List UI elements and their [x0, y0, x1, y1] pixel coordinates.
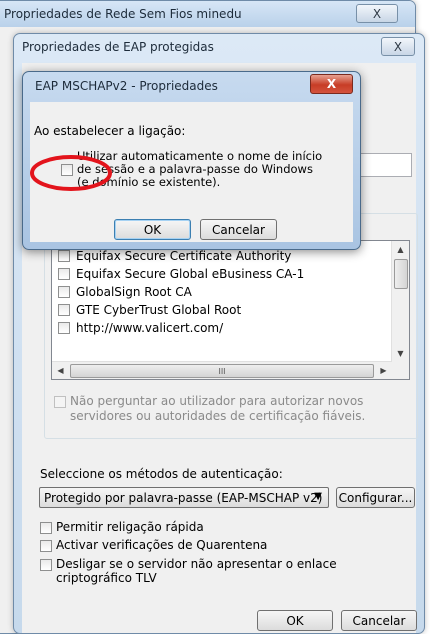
auth-method-label: Seleccione os métodos de autenticação: [40, 467, 283, 481]
mschap-ok-button[interactable]: OK [114, 219, 191, 240]
fast-reconnect-checkbox[interactable] [40, 522, 52, 534]
fast-reconnect-label: Permitir religação rápida [56, 520, 204, 534]
horizontal-scrollbar[interactable]: ◀ III ▶ [52, 361, 392, 379]
eap-cancel-button[interactable]: Cancelar [341, 610, 417, 631]
eap-ok-button[interactable]: OK [257, 610, 333, 631]
wireless-properties-titlebar: Propriedades de Rede Sem Fios minedu [0, 1, 415, 27]
certificate-checkbox[interactable] [58, 268, 70, 280]
auth-method-value: Protegido por palavra-passe (EAP-MSCHAP … [44, 490, 323, 505]
certificate-label: Equifax Secure Certificate Authority [76, 249, 292, 263]
list-item[interactable]: GlobalSign Root CA [58, 283, 192, 301]
certificate-checkbox[interactable] [58, 250, 70, 262]
scroll-right-arrow-icon[interactable]: ▶ [375, 362, 392, 379]
certificate-checkbox[interactable] [58, 304, 70, 316]
highlight-ellipse [30, 155, 112, 191]
eap-properties-close-button[interactable]: X [381, 37, 415, 56]
scroll-left-arrow-icon[interactable]: ◀ [52, 362, 69, 379]
quarantine-checkbox[interactable] [40, 540, 52, 552]
no-prompt-label: Não perguntar ao utilizador para autoriz… [70, 394, 366, 423]
mschap-title: EAP MSCHAPv2 - Propriedades [35, 79, 218, 93]
list-item[interactable]: GTE CyberTrust Global Root [58, 301, 241, 319]
eap-properties-titlebar: Propriedades de EAP protegidas [14, 34, 424, 60]
scroll-corner [392, 362, 409, 379]
root-certificate-list[interactable]: Equifax Secure Certificate Authority Equ… [51, 240, 410, 380]
connect-label: Ao estabelecer a ligação: [34, 124, 186, 138]
disconnect-tlv-checkbox[interactable] [40, 559, 52, 571]
configure-button[interactable]: Configurar... [336, 487, 415, 508]
mschap-close-button[interactable]: X [310, 74, 353, 94]
wireless-properties-title: Propriedades de Rede Sem Fios minedu [4, 7, 242, 21]
hscroll-thumb[interactable]: III [70, 364, 374, 378]
scroll-down-arrow-icon[interactable]: ▼ [392, 345, 409, 362]
certificate-label: http://www.valicert.com/ [76, 321, 224, 335]
certificate-label: GlobalSign Root CA [76, 285, 192, 299]
vertical-scrollbar[interactable]: ▲ ▼ [391, 241, 409, 362]
scroll-up-arrow-icon[interactable]: ▲ [392, 241, 409, 258]
disconnect-tlv-label: Desligar se o servidor não apresentar o … [56, 557, 337, 585]
scroll-thumb[interactable] [394, 259, 408, 289]
mschap-cancel-button[interactable]: Cancelar [200, 219, 277, 240]
list-item[interactable]: http://www.valicert.com/ [58, 319, 223, 337]
certificate-label: Equifax Secure Global eBusiness CA-1 [76, 267, 305, 281]
list-item[interactable]: Equifax Secure Global eBusiness CA-1 [58, 265, 304, 283]
dropdown-arrow-icon: ▼ [314, 491, 322, 502]
certificate-label: GTE CyberTrust Global Root [76, 303, 242, 317]
certificate-checkbox[interactable] [58, 286, 70, 298]
auth-method-select[interactable]: Protegido por palavra-passe (EAP-MSCHAP … [39, 487, 329, 508]
no-prompt-checkbox[interactable] [54, 396, 66, 408]
wireless-properties-close-button[interactable]: X [356, 4, 398, 23]
eap-properties-title: Propriedades de EAP protegidas [22, 40, 214, 54]
certificate-checkbox[interactable] [58, 322, 70, 334]
quarantine-label: Activar verificações de Quarentena [56, 538, 268, 552]
highlight-circle [30, 155, 112, 191]
